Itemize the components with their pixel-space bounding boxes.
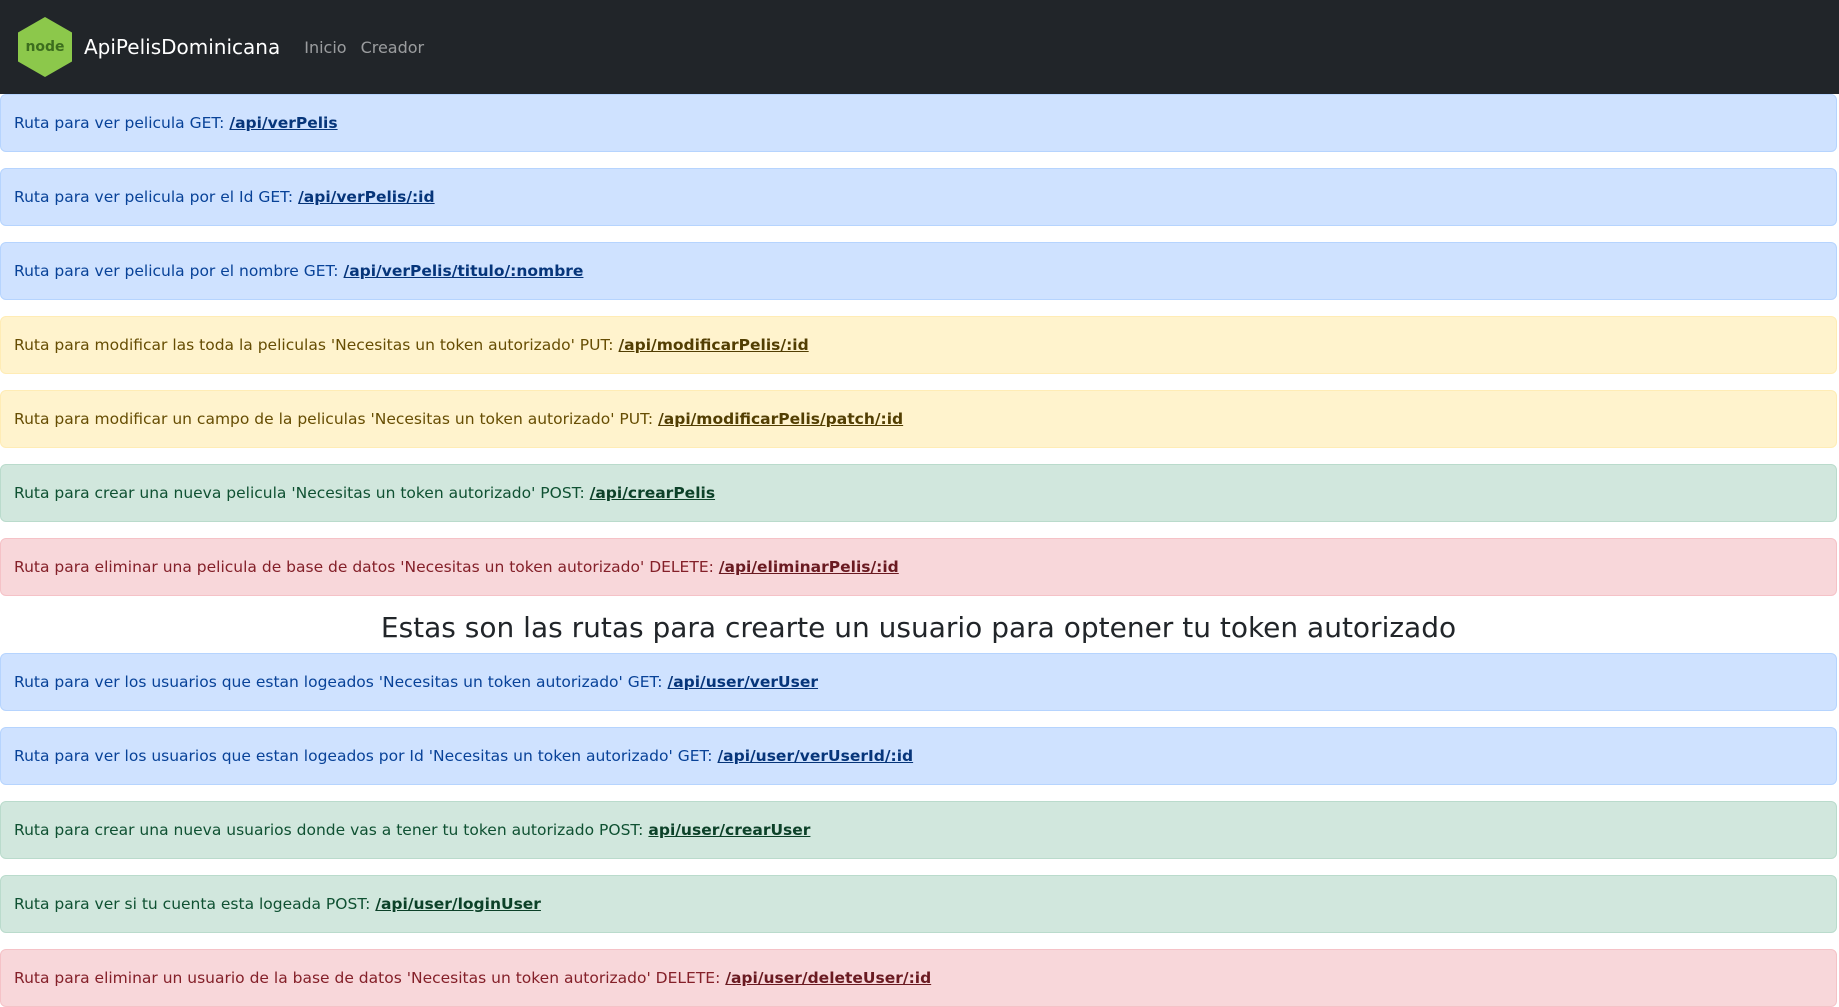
nav-links: Inicio Creador (304, 38, 438, 57)
route-link[interactable]: /api/modificarPelis/patch/:id (658, 410, 903, 428)
route-link[interactable]: /api/user/verUserId/:id (717, 747, 913, 765)
navbar: node ApiPelisDominicana Inicio Creador (0, 0, 1839, 94)
route-link[interactable]: /api/modificarPelis/:id (619, 336, 809, 354)
route-description: Ruta para crear una nueva pelicula 'Nece… (14, 484, 585, 502)
nav-link-creador[interactable]: Creador (361, 38, 425, 57)
route-link[interactable]: /api/verPelis (229, 114, 337, 132)
route-link[interactable]: /api/eliminarPelis/:id (719, 558, 899, 576)
route-link[interactable]: /api/user/deleteUser/:id (725, 969, 931, 987)
route-alert: Ruta para ver pelicula por el Id GET:/ap… (0, 168, 1837, 226)
route-link[interactable]: /api/verPelis/titulo/:nombre (344, 262, 584, 280)
route-link[interactable]: /api/crearPelis (590, 484, 715, 502)
route-description: Ruta para eliminar un usuario de la base… (14, 969, 721, 987)
route-description: Ruta para modificar las toda la pelicula… (14, 336, 614, 354)
route-alert: Ruta para ver pelicula por el nombre GET… (0, 242, 1837, 300)
route-description: Ruta para ver pelicula por el nombre GET… (14, 262, 339, 280)
route-description: Ruta para modificar un campo de la pelic… (14, 410, 654, 428)
route-alert: Ruta para ver los usuarios que estan log… (0, 727, 1837, 785)
route-description: Ruta para ver si tu cuenta esta logeada … (14, 895, 371, 913)
route-alert: Ruta para ver los usuarios que estan log… (0, 653, 1837, 711)
nav-link-inicio[interactable]: Inicio (304, 38, 346, 57)
route-alert: Ruta para crear una nueva pelicula 'Nece… (0, 464, 1837, 522)
route-description: Ruta para eliminar una pelicula de base … (14, 558, 714, 576)
route-description: Ruta para ver pelicula GET: (14, 114, 225, 132)
route-description: Ruta para ver los usuarios que estan log… (14, 747, 713, 765)
section-heading: Estas son las rutas para crearte un usua… (380, 611, 1457, 644)
svg-text:node: node (25, 39, 64, 55)
route-description: Ruta para crear una nueva usuarios donde… (14, 821, 644, 839)
route-link[interactable]: /api/verPelis/:id (298, 188, 434, 206)
route-alert: Ruta para eliminar una pelicula de base … (0, 538, 1837, 596)
route-alert: Ruta para eliminar un usuario de la base… (0, 949, 1837, 1007)
route-alert: Ruta para ver pelicula GET:/api/verPelis (0, 94, 1837, 152)
route-alert: Ruta para modificar un campo de la pelic… (0, 390, 1837, 448)
route-link[interactable]: /api/user/verUser (668, 673, 819, 691)
route-link[interactable]: api/user/crearUser (648, 821, 810, 839)
route-alert: Ruta para modificar las toda la pelicula… (0, 316, 1837, 374)
route-description: Ruta para ver los usuarios que estan log… (14, 673, 663, 691)
route-alert: Ruta para ver si tu cuenta esta logeada … (0, 875, 1837, 933)
brand-name: ApiPelisDominicana (84, 35, 281, 59)
navbar-brand[interactable]: node ApiPelisDominicana (16, 16, 280, 78)
route-description: Ruta para ver pelicula por el Id GET: (14, 188, 294, 206)
route-alert: Ruta para crear una nueva usuarios donde… (0, 801, 1837, 859)
nodejs-logo-icon: node (18, 17, 72, 77)
route-link[interactable]: /api/user/loginUser (375, 895, 541, 913)
